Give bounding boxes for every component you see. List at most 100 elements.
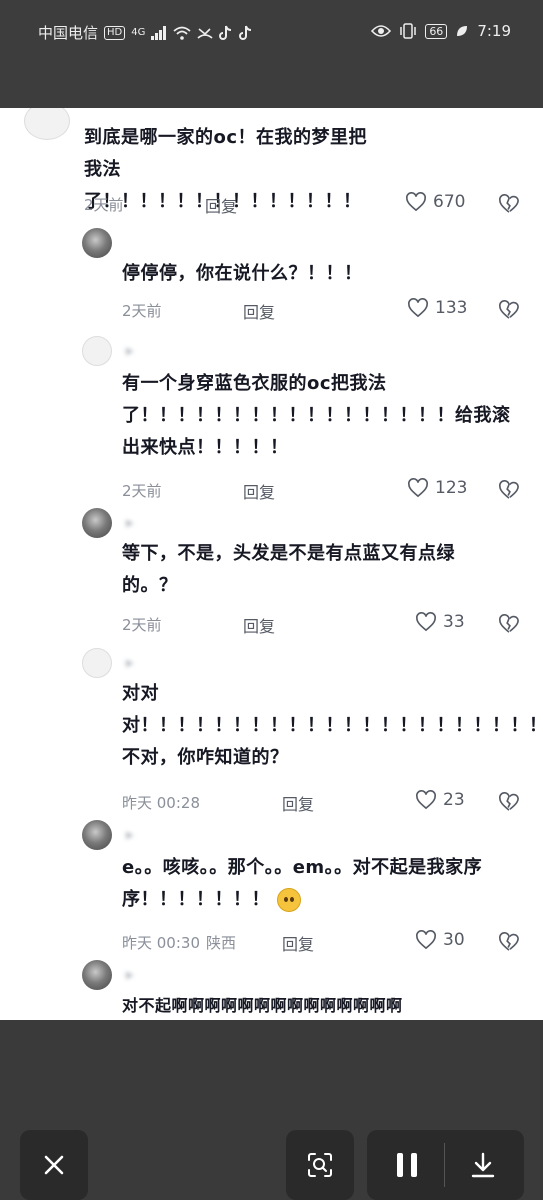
comment-username: ▶ bbox=[122, 514, 138, 530]
comment-meta: 2天前 bbox=[122, 300, 168, 321]
comment-time: 2天前 bbox=[84, 196, 124, 214]
reply-arrow-icon: ▶ bbox=[126, 970, 134, 981]
battery-level: 66 bbox=[425, 23, 448, 39]
like-button[interactable]: 670 bbox=[405, 192, 465, 212]
status-right: 66 7:19 bbox=[371, 22, 511, 40]
comment-username: ▶ bbox=[122, 826, 138, 842]
close-icon bbox=[44, 1155, 64, 1175]
comment-time: 2天前 bbox=[122, 302, 162, 320]
download-icon[interactable] bbox=[469, 1151, 497, 1179]
like-count: 133 bbox=[435, 298, 468, 318]
close-button[interactable] bbox=[20, 1130, 88, 1200]
like-button[interactable]: 133 bbox=[407, 298, 467, 318]
scan-search-button[interactable] bbox=[286, 1130, 354, 1200]
comment-item: ▶ e。。咳咳。。那个。。em。。对不起是我家序序！！！！！！！ 昨天 00:3… bbox=[0, 820, 543, 954]
comment-item: ▶ 对对对！！！！！！！！！！！！！！！！！！！！！！！！！不对，你咋知道的？ … bbox=[0, 648, 543, 818]
network-label: 4G bbox=[131, 27, 146, 38]
comment-username: ▶ bbox=[122, 342, 138, 358]
carrier-label: 中国电信 bbox=[38, 24, 99, 42]
comment-text: 对对对！！！！！！！！！！！！！！！！！！！！！！！！！不对，你咋知道的？ bbox=[122, 683, 543, 768]
media-viewer-bar bbox=[0, 1020, 543, 1200]
heart-icon bbox=[408, 298, 428, 318]
like-count: 23 bbox=[443, 790, 465, 810]
comment-text: 对不起啊啊啊啊啊啊啊啊啊啊啊啊啊啊 bbox=[122, 996, 403, 1015]
comment-item: 停停停，你在说什么？！！！ 2天前 回复 133 bbox=[0, 228, 543, 328]
status-bar: 中国电信 HD 4G 66 7:19 bbox=[0, 0, 543, 108]
avatar[interactable] bbox=[24, 108, 70, 140]
avatar[interactable] bbox=[82, 960, 112, 990]
broken-heart-icon[interactable] bbox=[498, 614, 520, 634]
vibrate-icon bbox=[399, 23, 417, 39]
reply-button[interactable]: 回复 bbox=[243, 613, 275, 637]
divider bbox=[444, 1143, 445, 1187]
like-count: 33 bbox=[443, 612, 465, 632]
missed-call-icon bbox=[197, 26, 213, 40]
comment-meta: 2天前 bbox=[122, 480, 168, 501]
avatar[interactable] bbox=[82, 228, 112, 258]
comments-panel: 到底是哪一家的oc！在我的梦里把我法了！！！！！！！！！！！！！！ 2天前 回复… bbox=[0, 108, 543, 1020]
status-left: 中国电信 HD 4G bbox=[38, 22, 253, 43]
like-count: 30 bbox=[443, 930, 465, 950]
broken-heart-icon[interactable] bbox=[498, 792, 520, 812]
comment-location: 陕西 bbox=[206, 934, 237, 952]
broken-heart-icon[interactable] bbox=[498, 932, 520, 952]
reply-button[interactable]: 回复 bbox=[243, 299, 275, 323]
tiktok-icon bbox=[219, 25, 233, 41]
avatar[interactable] bbox=[82, 336, 112, 366]
comment-time: 2天前 bbox=[122, 482, 162, 500]
comment-text: e。。咳咳。。那个。。em。。对不起是我家序序！！！！！！！ bbox=[122, 857, 483, 912]
signal-icon bbox=[151, 25, 167, 40]
broken-heart-icon[interactable] bbox=[498, 194, 520, 214]
eye-icon bbox=[371, 24, 392, 38]
comment-meta: 昨天 00:28 bbox=[122, 792, 206, 813]
avatar[interactable] bbox=[82, 508, 112, 538]
broken-heart-icon[interactable] bbox=[498, 300, 520, 320]
media-controls bbox=[367, 1130, 524, 1200]
comment-time: 昨天 00:30 bbox=[122, 934, 200, 952]
clock: 7:19 bbox=[477, 22, 511, 40]
reply-arrow-icon: ▶ bbox=[126, 346, 134, 357]
heart-icon bbox=[406, 192, 426, 212]
reply-arrow-icon: ▶ bbox=[126, 658, 134, 669]
heart-icon bbox=[416, 930, 436, 950]
avatar[interactable] bbox=[82, 648, 112, 678]
reply-arrow-icon: ▶ bbox=[126, 830, 134, 841]
leaf-icon bbox=[455, 24, 469, 38]
comment-meta: 昨天 00:30 陕西 bbox=[122, 932, 236, 953]
reply-button[interactable]: 回复 bbox=[282, 931, 314, 955]
heart-icon bbox=[408, 478, 428, 498]
like-count: 123 bbox=[435, 478, 468, 498]
hd-badge: HD bbox=[104, 25, 126, 40]
scan-search-icon bbox=[308, 1153, 332, 1177]
comment-text: 等下，不是，头发是不是有点蓝又有点绿的。？ bbox=[122, 543, 455, 596]
comment-item: 到底是哪一家的oc！在我的梦里把我法了！！！！！！！！！！！！！！ 2天前 回复… bbox=[0, 108, 543, 228]
pleading-face-emoji-icon bbox=[276, 888, 301, 912]
comment-item: ▶ 对不起啊啊啊啊啊啊啊啊啊啊啊啊啊啊 bbox=[0, 960, 543, 1020]
like-button[interactable]: 123 bbox=[407, 478, 467, 498]
broken-heart-icon[interactable] bbox=[498, 480, 520, 500]
comment-time: 2天前 bbox=[122, 616, 162, 634]
comment-item: ▶ 等下，不是，头发是不是有点蓝又有点绿的。？ 2天前 回复 33 bbox=[0, 508, 543, 638]
comment-username: ▶ bbox=[122, 966, 138, 982]
reply-button[interactable]: 回复 bbox=[243, 479, 275, 503]
avatar[interactable] bbox=[82, 820, 112, 850]
like-button[interactable]: 23 bbox=[415, 790, 465, 810]
reply-button[interactable]: 回复 bbox=[205, 193, 237, 217]
pause-icon[interactable] bbox=[394, 1151, 420, 1179]
like-button[interactable]: 33 bbox=[415, 612, 465, 632]
wifi-icon bbox=[173, 26, 191, 40]
comment-meta: 2天前 bbox=[84, 194, 130, 215]
reply-arrow-icon: ▶ bbox=[126, 518, 134, 529]
reply-button[interactable]: 回复 bbox=[282, 791, 314, 815]
comment-item: ▶ 有一个身穿蓝色衣服的oc把我法了！！！！！！！！！！！！！！！！！给我滚出来… bbox=[0, 336, 543, 502]
heart-icon bbox=[416, 612, 436, 632]
comment-time: 昨天 00:28 bbox=[122, 794, 200, 812]
comment-text: 有一个身穿蓝色衣服的oc把我法了！！！！！！！！！！！！！！！！！给我滚出来快点… bbox=[122, 373, 511, 458]
comment-username: ▶ bbox=[122, 654, 138, 670]
heart-icon bbox=[416, 790, 436, 810]
like-button[interactable]: 30 bbox=[415, 930, 465, 950]
comment-text: 停停停，你在说什么？！！！ bbox=[122, 263, 363, 284]
like-count: 670 bbox=[433, 192, 466, 212]
tiktok-icon-2 bbox=[239, 25, 253, 41]
comment-meta: 2天前 bbox=[122, 614, 168, 635]
